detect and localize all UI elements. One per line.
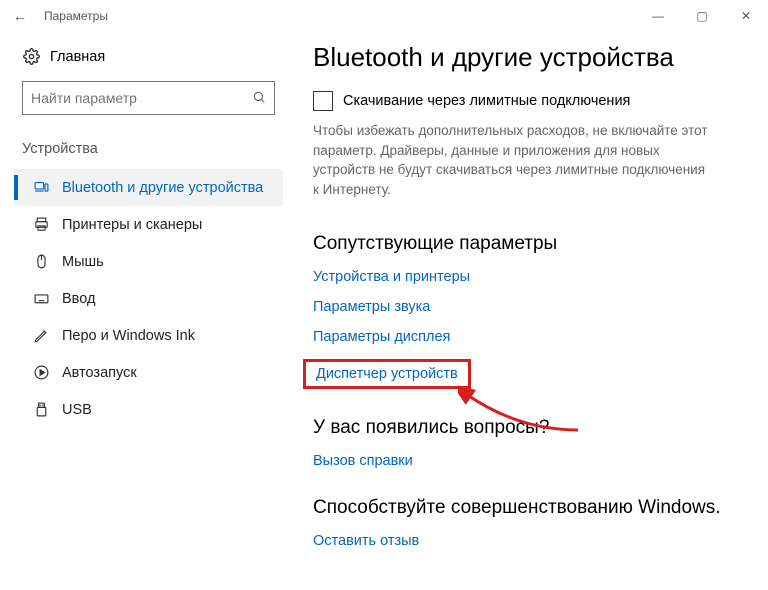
search-input[interactable] — [31, 90, 252, 106]
sidebar-item-label: Мышь — [62, 254, 104, 270]
home-nav[interactable]: Главная — [14, 42, 283, 71]
sidebar-item-bluetooth[interactable]: Bluetooth и другие устройства — [14, 169, 283, 206]
close-button[interactable]: ✕ — [724, 0, 768, 32]
maximize-button[interactable]: ▢ — [680, 0, 724, 32]
sidebar-item-usb[interactable]: USB — [14, 391, 283, 428]
metered-description: Чтобы избежать дополнительных расходов, … — [313, 121, 713, 199]
main-panel: Bluetooth и другие устройства Скачивание… — [283, 32, 760, 563]
printer-icon — [32, 216, 50, 233]
back-button[interactable]: ← — [0, 8, 40, 24]
home-label: Главная — [50, 49, 105, 65]
pen-icon — [32, 327, 50, 344]
link-feedback[interactable]: Оставить отзыв — [313, 533, 419, 549]
link-sound-settings[interactable]: Параметры звука — [313, 299, 430, 315]
sidebar-item-label: USB — [62, 402, 92, 418]
autoplay-icon — [32, 364, 50, 381]
related-heading: Сопутствующие параметры — [313, 233, 736, 255]
gear-icon — [22, 48, 40, 65]
sidebar-item-mouse[interactable]: Мышь — [14, 243, 283, 280]
mouse-icon — [32, 253, 50, 270]
sidebar-item-printers[interactable]: Принтеры и сканеры — [14, 206, 283, 243]
sidebar-item-pen[interactable]: Перо и Windows Ink — [14, 317, 283, 354]
sidebar-item-label: Принтеры и сканеры — [62, 217, 202, 233]
sidebar-item-label: Ввод — [62, 291, 95, 307]
feedback-heading: Способствуйте совершенствованию Windows. — [313, 497, 736, 519]
sidebar-item-typing[interactable]: Ввод — [14, 280, 283, 317]
sidebar-section-label: Устройства — [14, 115, 283, 163]
sidebar-item-label: Автозапуск — [62, 365, 137, 381]
link-devices-printers[interactable]: Устройства и принтеры — [313, 269, 470, 285]
search-icon — [252, 90, 266, 107]
link-help[interactable]: Вызов справки — [313, 453, 413, 469]
link-display-settings[interactable]: Параметры дисплея — [313, 329, 450, 345]
sidebar: Главная Устройства Bluetooth и другие ус… — [8, 32, 283, 563]
questions-heading: У вас появились вопросы? — [313, 417, 736, 439]
sidebar-item-label: Перо и Windows Ink — [62, 328, 195, 344]
window-title: Параметры — [40, 9, 636, 23]
checkbox-icon — [313, 91, 333, 111]
checkbox-label: Скачивание через лимитные подключения — [343, 93, 630, 109]
devices-icon — [32, 179, 50, 196]
link-device-manager[interactable]: Диспетчер устройств — [303, 359, 471, 389]
window-controls: — ▢ ✕ — [636, 0, 768, 32]
metered-download-checkbox[interactable]: Скачивание через лимитные подключения — [313, 91, 736, 111]
sidebar-item-label: Bluetooth и другие устройства — [62, 180, 263, 196]
minimize-button[interactable]: — — [636, 0, 680, 32]
search-box[interactable] — [22, 81, 275, 115]
usb-icon — [32, 401, 50, 418]
keyboard-icon — [32, 290, 50, 307]
sidebar-item-autoplay[interactable]: Автозапуск — [14, 354, 283, 391]
title-bar: ← Параметры — ▢ ✕ — [0, 0, 768, 32]
sidebar-nav: Bluetooth и другие устройства Принтеры и… — [14, 169, 283, 428]
page-title: Bluetooth и другие устройства — [313, 42, 736, 73]
